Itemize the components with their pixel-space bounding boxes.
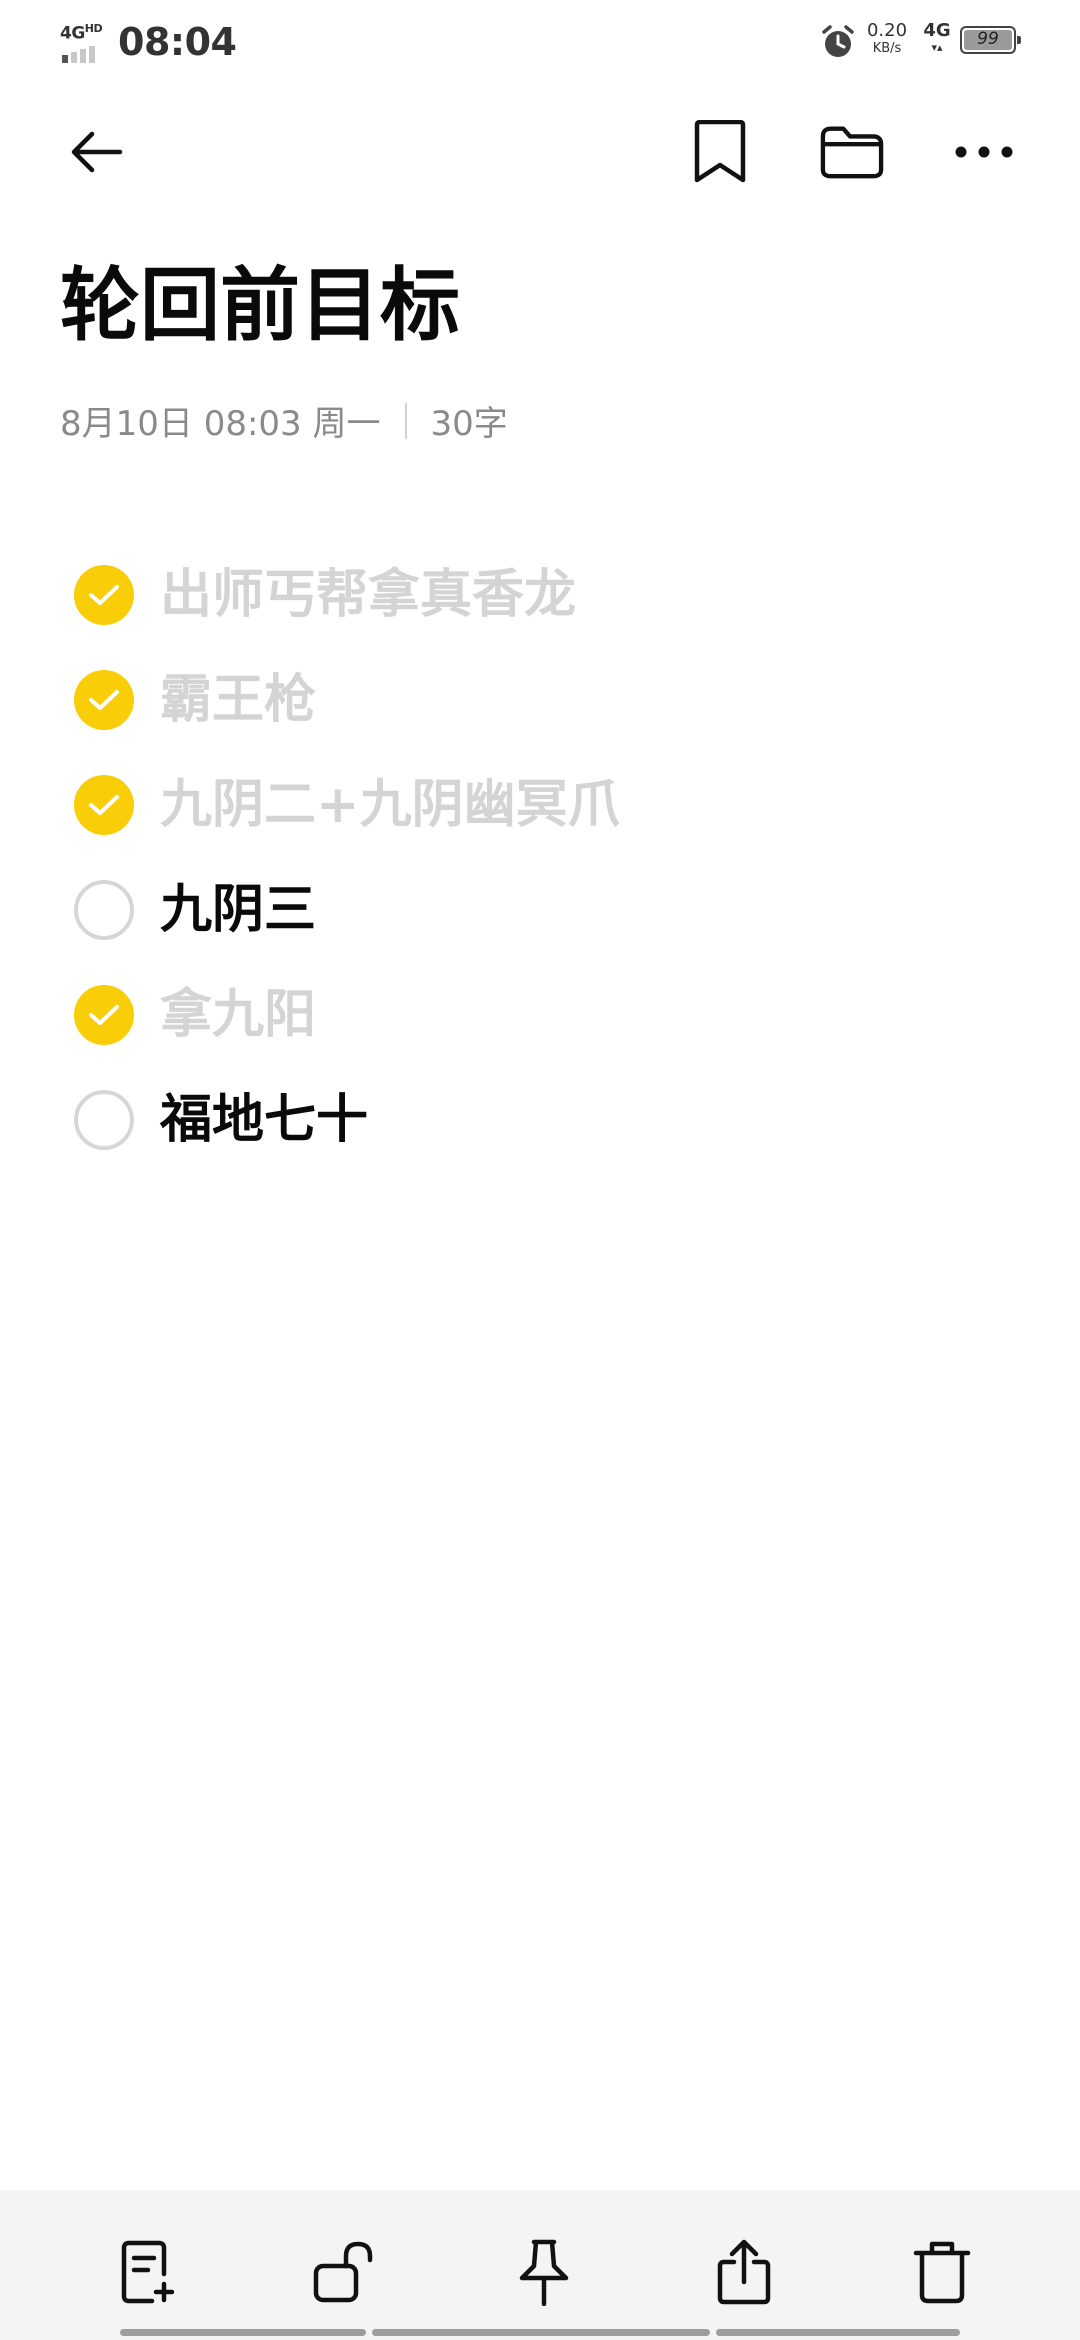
- note-word-count: 30字: [430, 404, 508, 444]
- signal-bars-icon: [62, 44, 98, 63]
- note-meta: 8月10日 08:03 周一 30字: [60, 396, 508, 445]
- checkmark-icon: [89, 794, 119, 815]
- trash-icon: [913, 2241, 971, 2304]
- checkbox[interactable]: [74, 669, 134, 730]
- delete-button[interactable]: [904, 2234, 980, 2310]
- nav-gesture-bar: [372, 2329, 710, 2336]
- mobile-data-label: 4G: [923, 20, 951, 41]
- status-time: 08:04: [118, 20, 237, 64]
- nav-gesture-bar: [716, 2329, 960, 2336]
- checkmark-icon: [89, 1004, 119, 1025]
- checklist-item-text[interactable]: 九阴二+九阴幽冥爪: [160, 779, 620, 831]
- checklist-item: 霸王枪: [74, 647, 1034, 752]
- checklist: 出师丐帮拿真香龙 霸王枪 九阴二+九阴幽冥爪 九阴三 拿九阳 福地七十: [74, 542, 1034, 1172]
- alarm-icon: [820, 24, 856, 60]
- net-speed: 0.20 KB/s: [862, 20, 912, 56]
- signal-indicator: 4GHD: [60, 22, 108, 63]
- network-hd-label: HD: [84, 22, 103, 35]
- checkmark-icon: [89, 584, 119, 605]
- note-add-icon: [121, 2240, 175, 2304]
- net-speed-value: 0.20: [866, 20, 908, 41]
- checklist-item-text[interactable]: 九阴三: [160, 884, 316, 936]
- folder-button[interactable]: [820, 120, 884, 184]
- mobile-data-indicator: 4G ▾▴: [922, 20, 952, 54]
- share-button[interactable]: [706, 2234, 782, 2310]
- bottom-action-bar: [0, 2190, 1080, 2340]
- checkbox[interactable]: [74, 984, 134, 1045]
- checklist-item: 九阴三: [74, 857, 1034, 962]
- pin-button[interactable]: [506, 2234, 582, 2310]
- battery-level: 99: [977, 29, 999, 49]
- note-screen: 4GHD 08:04 0.20 KB/s 4G ▾▴ 99 轮回前目标 8月10…: [0, 0, 1080, 2340]
- checklist-item: 拿九阳: [74, 962, 1034, 1067]
- network-type-label: 4G: [60, 23, 85, 44]
- checklist-item-text[interactable]: 福地七十: [160, 1094, 368, 1146]
- nav-gesture-bar: [120, 2329, 366, 2336]
- checkmark-icon: [89, 689, 119, 710]
- status-bar: 4GHD 08:04 0.20 KB/s 4G ▾▴ 99: [0, 0, 1080, 84]
- folder-icon: [820, 126, 884, 179]
- top-toolbar: [0, 110, 1080, 194]
- meta-divider: [404, 402, 407, 439]
- checklist-item-text[interactable]: 拿九阳: [160, 989, 316, 1041]
- checkbox[interactable]: [74, 774, 134, 835]
- checklist-item-text[interactable]: 霸王枪: [160, 674, 316, 726]
- unlock-button[interactable]: [306, 2234, 382, 2310]
- more-dots-icon: [955, 146, 1013, 158]
- more-button[interactable]: [952, 120, 1016, 184]
- bookmark-button[interactable]: [688, 120, 752, 184]
- checklist-item: 出师丐帮拿真香龙: [74, 542, 1034, 647]
- mobile-data-arrows: ▾▴: [931, 41, 943, 54]
- new-note-button[interactable]: [110, 2234, 186, 2310]
- share-icon: [717, 2239, 771, 2305]
- checklist-item-text[interactable]: 出师丐帮拿真香龙: [160, 569, 576, 621]
- battery-icon: 99: [960, 26, 1021, 54]
- checkbox[interactable]: [74, 879, 134, 940]
- checklist-item: 福地七十: [74, 1067, 1034, 1172]
- note-date: 8月10日 08:03 周一: [60, 404, 381, 444]
- checklist-item: 九阴二+九阴幽冥爪: [74, 752, 1034, 857]
- pin-icon: [519, 2239, 569, 2306]
- arrow-left-icon: [71, 131, 123, 173]
- checkbox[interactable]: [74, 1089, 134, 1150]
- net-speed-unit: KB/s: [872, 41, 902, 56]
- unlock-icon: [313, 2241, 373, 2303]
- note-title[interactable]: 轮回前目标: [60, 262, 460, 350]
- bookmark-icon: [694, 120, 746, 183]
- checkbox[interactable]: [74, 564, 134, 625]
- back-button[interactable]: [64, 120, 128, 184]
